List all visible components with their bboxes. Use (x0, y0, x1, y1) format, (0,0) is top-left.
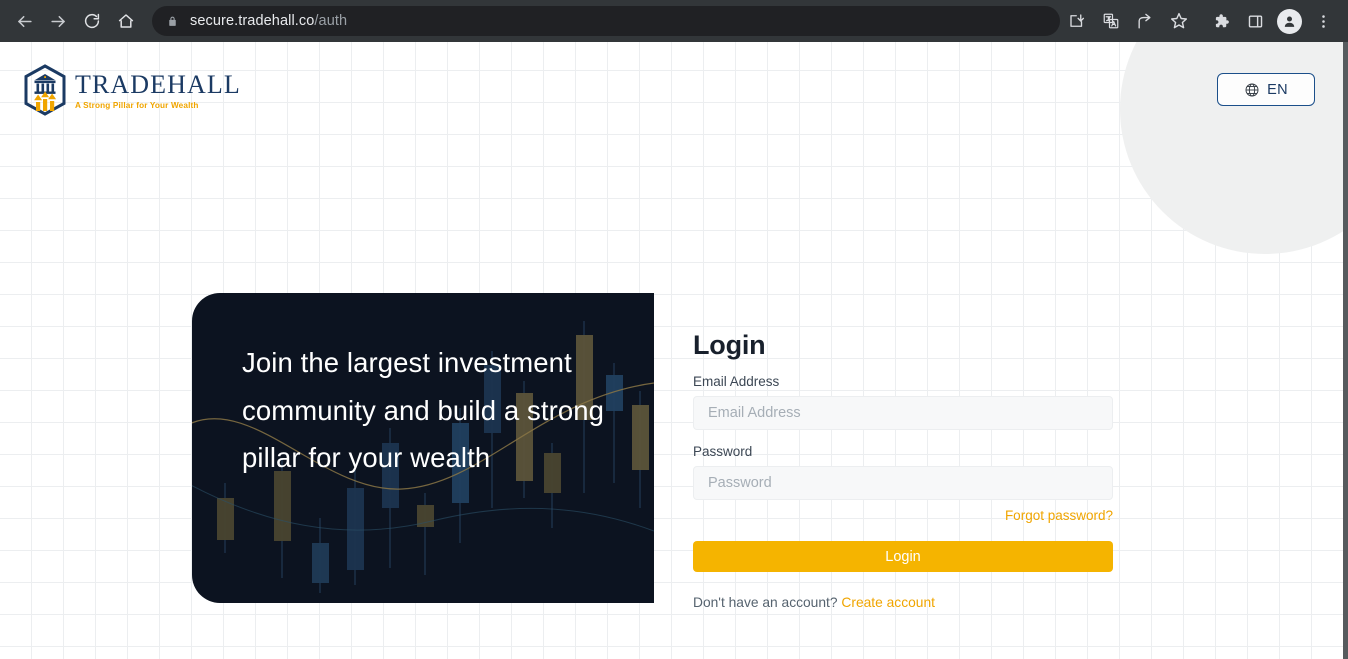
side-panel-button[interactable] (1239, 5, 1271, 37)
email-label: Email Address (693, 374, 780, 389)
login-panel: Login Email Address Password Forgot pass… (693, 330, 1113, 610)
language-label: EN (1267, 81, 1288, 98)
url-text: secure.tradehall.co/auth (190, 13, 347, 29)
bookmark-button[interactable] (1163, 5, 1195, 37)
forward-arrow-icon (50, 15, 65, 27)
home-icon (118, 14, 134, 28)
back-button[interactable] (8, 5, 40, 37)
translate-button[interactable] (1095, 5, 1127, 37)
browser-nav-buttons (0, 5, 142, 37)
globe-icon (1245, 83, 1259, 96)
reload-button[interactable] (76, 5, 108, 37)
forgot-password-row: Forgot password? (693, 507, 1113, 525)
browser-toolbar: secure.tradehall.co/auth (0, 0, 1348, 42)
profile-avatar-icon (1276, 8, 1302, 34)
forward-button[interactable] (42, 5, 74, 37)
signup-prompt-text: Don't have an account? (693, 595, 838, 610)
install-app-icon (1070, 14, 1085, 27)
share-icon (1137, 13, 1151, 29)
language-switcher-button[interactable]: EN (1217, 73, 1315, 106)
signup-row: Don't have an account? Create account (693, 595, 1113, 610)
password-label: Password (693, 444, 753, 459)
extensions-puzzle-icon (1215, 14, 1229, 28)
tradehall-hexagon-pillar-icon (24, 64, 66, 116)
hero-card: Join the largest investment community an… (192, 293, 654, 603)
back-arrow-icon (17, 15, 32, 27)
reload-icon (84, 13, 100, 29)
side-panel-icon (1248, 14, 1262, 28)
home-button[interactable] (110, 5, 142, 37)
profile-button[interactable] (1273, 5, 1305, 37)
password-field[interactable] (693, 466, 1113, 500)
share-button[interactable] (1129, 5, 1161, 37)
translate-icon (1103, 13, 1119, 29)
lock-icon (166, 15, 179, 28)
address-bar[interactable]: secure.tradehall.co/auth (152, 6, 1060, 36)
brand-name: TRADEHALL (75, 70, 241, 99)
site-header: TRADEHALL A Strong Pillar for Your Wealt… (0, 42, 1348, 152)
page-scrollbar[interactable] (1343, 42, 1348, 659)
hero-headline: Join the largest investment community an… (242, 347, 605, 473)
browser-menu-button[interactable] (1307, 5, 1339, 37)
bookmark-star-icon (1170, 12, 1188, 29)
login-submit-button[interactable]: Login (693, 541, 1113, 572)
field-gap (693, 430, 1113, 444)
forgot-password-link[interactable]: Forgot password? (1005, 508, 1113, 523)
url-path: /auth (314, 13, 348, 29)
brand-logo[interactable]: TRADEHALL A Strong Pillar for Your Wealt… (22, 64, 241, 116)
page-title: Login (693, 330, 766, 360)
browser-toolbar-actions (1060, 5, 1348, 37)
install-app-button[interactable] (1061, 5, 1093, 37)
brand-tagline: A Strong Pillar for Your Wealth (75, 101, 199, 110)
three-dot-menu-icon (1321, 14, 1325, 28)
url-domain: secure.tradehall.co (190, 13, 315, 29)
brand-text: TRADEHALL A Strong Pillar for Your Wealt… (75, 70, 241, 111)
page-body: TRADEHALL A Strong Pillar for Your Wealt… (0, 42, 1348, 659)
extensions-button[interactable] (1205, 5, 1237, 37)
create-account-link[interactable]: Create account (841, 595, 935, 610)
email-field[interactable] (693, 396, 1113, 430)
